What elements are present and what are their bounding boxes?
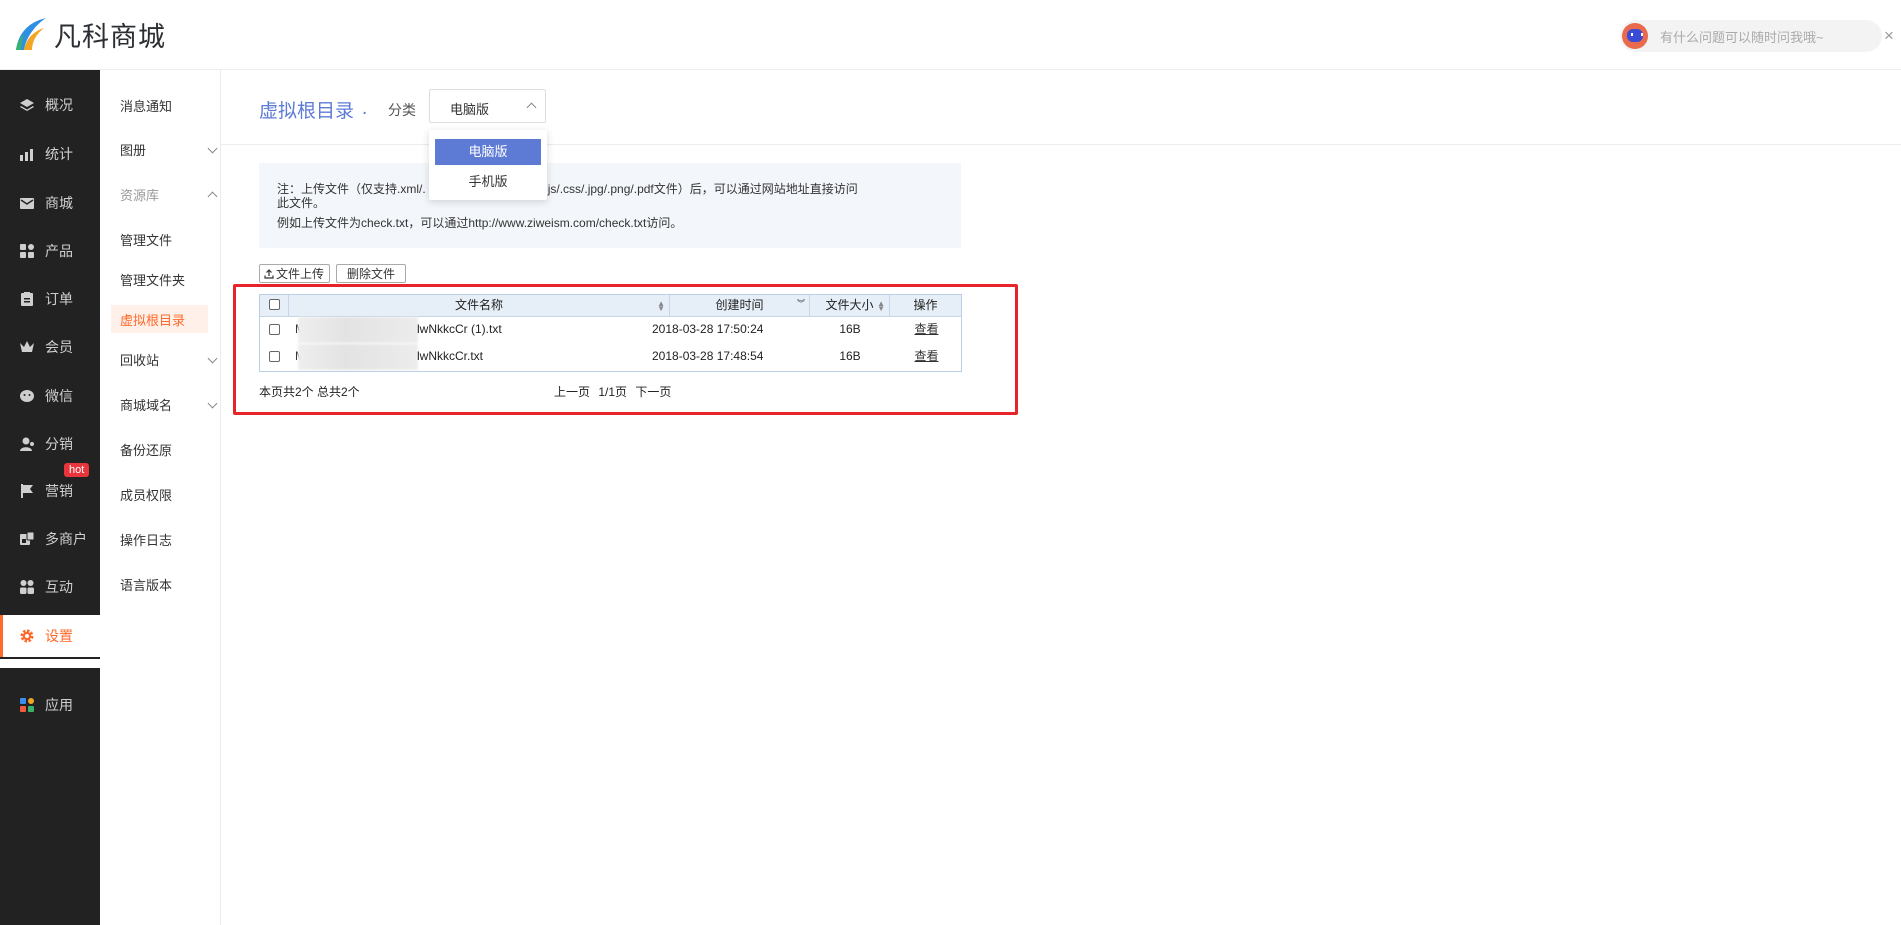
nav-item-members[interactable]: 会员 <box>0 326 100 368</box>
chevron-down-icon <box>207 143 218 154</box>
nav-label: 订单 <box>45 291 73 307</box>
subnav-label: 资源库 <box>120 187 160 203</box>
chevron-up-icon <box>526 102 537 113</box>
nav-item-apps[interactable]: 应用 <box>0 684 100 726</box>
nav-divider <box>0 659 100 668</box>
wechat-icon <box>20 390 34 402</box>
assistant-robot-icon <box>1622 23 1648 49</box>
chevron-down-icon <box>207 398 218 409</box>
subnav-item-mall-domain[interactable]: 商城域名 <box>120 390 218 418</box>
subnav-item-permissions[interactable]: 成员权限 <box>120 480 210 508</box>
subnav-item-virtual-root[interactable]: 虚拟根目录 <box>111 305 208 333</box>
subnav-label: 管理文件夹 <box>120 272 186 288</box>
main-sidebar: 概况 统计 商城 产品 订单 会员 微信 分销 营销 多商户 互动 设置 应用 <box>0 70 100 925</box>
page-title: 虚拟根目录 <box>259 101 355 122</box>
nav-label: 会员 <box>45 339 73 355</box>
brand-logo[interactable]: 凡科商城 <box>12 16 166 52</box>
subnav-item-resources[interactable]: 资源库 <box>120 180 218 208</box>
note-line-2: 此文件。 <box>277 196 326 210</box>
subnav-label: 消息通知 <box>120 98 173 114</box>
delete-label: 删除文件 <box>346 267 395 281</box>
nav-label: 统计 <box>45 146 73 162</box>
subnav-item-language[interactable]: 语言版本 <box>120 570 210 598</box>
layers-icon <box>20 99 34 111</box>
nav-label: 产品 <box>45 243 73 259</box>
subnav-label: 语言版本 <box>120 577 173 593</box>
nav-label: 商城 <box>45 195 73 211</box>
nav-label: 概况 <box>45 97 73 113</box>
chevron-up-icon <box>207 191 218 202</box>
brand-logo-icon <box>16 18 46 50</box>
subnav-item-messages[interactable]: 消息通知 <box>120 91 210 119</box>
note-line-3: 例如上传文件为check.txt，可以通过http://www.ziweism.… <box>277 216 683 230</box>
delete-file-button[interactable]: 删除文件 <box>336 264 406 283</box>
upload-icon <box>264 268 274 279</box>
nav-label: 多商户 <box>45 531 87 547</box>
user-share-icon <box>20 437 34 451</box>
subnav-item-manage-files[interactable]: 管理文件 <box>120 225 210 253</box>
note-text: 注：上传文件（仅支持.xml/. <box>277 182 426 196</box>
nav-item-wechat[interactable]: 微信 <box>0 375 100 417</box>
upload-file-button[interactable]: 文件上传 <box>259 264 330 283</box>
nav-label: 营销 <box>45 483 73 499</box>
clipboard-icon <box>21 292 33 306</box>
nav-item-orders[interactable]: 订单 <box>0 278 100 320</box>
nav-label: 互动 <box>45 579 73 595</box>
hot-badge: hot <box>64 463 90 477</box>
nav-item-mall[interactable]: 商城 <box>0 182 100 224</box>
subnav-label: 回收站 <box>120 352 160 368</box>
close-icon[interactable]: × <box>1884 26 1894 46</box>
category-label: 分类 <box>388 102 416 118</box>
gear-icon <box>20 629 34 643</box>
highlight-box <box>233 284 1018 415</box>
chart-icon <box>20 149 33 161</box>
category-dropdown: 电脑版 手机版 <box>429 130 547 200</box>
title-suffix: . <box>362 98 368 119</box>
crown-icon <box>20 341 34 352</box>
nav-item-distribution[interactable]: 分销 <box>0 423 100 465</box>
category-option-mobile[interactable]: 手机版 <box>435 169 541 195</box>
chevron-down-icon <box>207 353 218 364</box>
settings-subnav: 消息通知 图册 资源库 管理文件 管理文件夹 虚拟根目录 回收站 商城域名 备份… <box>100 70 221 925</box>
nav-label: 微信 <box>45 388 73 404</box>
mail-icon <box>20 198 34 209</box>
flag-icon <box>21 484 33 498</box>
subnav-label: 操作日志 <box>120 532 173 548</box>
category-select-value: 电脑版 <box>450 102 490 117</box>
nav-label: 设置 <box>45 628 73 644</box>
apps-icon <box>20 698 34 712</box>
grid-icon <box>20 244 34 258</box>
nav-item-multi-merchant[interactable]: 多商户 <box>0 518 100 560</box>
category-option-pc[interactable]: 电脑版 <box>435 139 541 165</box>
upload-note: 注：上传文件（仅支持.xml/./.cert/.bin/.js/.css/.jp… <box>259 163 961 248</box>
subnav-label: 商城域名 <box>120 397 173 413</box>
nav-item-stats[interactable]: 统计 <box>0 133 100 175</box>
subnav-label: 备份还原 <box>120 442 173 458</box>
upload-label: 文件上传 <box>276 267 325 281</box>
subnav-label: 管理文件 <box>120 232 173 248</box>
subnav-item-backup[interactable]: 备份还原 <box>120 435 210 463</box>
subnav-item-manage-folders[interactable]: 管理文件夹 <box>120 265 210 293</box>
subnav-item-album[interactable]: 图册 <box>120 135 218 163</box>
nav-label: 分销 <box>45 436 73 452</box>
subnav-label: 虚拟根目录 <box>120 312 186 328</box>
subnav-item-recycle-bin[interactable]: 回收站 <box>120 345 218 373</box>
brand-name: 凡科商城 <box>54 21 166 52</box>
assistant-placeholder: 有什么问题可以随时问我哦~ <box>1660 29 1824 45</box>
nav-item-settings[interactable]: 设置 <box>0 615 100 657</box>
subnav-label: 图册 <box>120 142 147 158</box>
nav-item-overview[interactable]: 概况 <box>0 84 100 126</box>
subnav-item-operation-log[interactable]: 操作日志 <box>120 525 210 553</box>
note-line-1: 注：上传文件（仅支持.xml/./.cert/.bin/.js/.css/.jp… <box>277 182 858 196</box>
top-bar: 凡科商城 有什么问题可以随时问我哦~ × <box>0 0 1901 70</box>
nav-item-interaction[interactable]: 互动 <box>0 566 100 608</box>
multi-shop-icon <box>20 531 35 545</box>
assistant-search-bar[interactable]: 有什么问题可以随时问我哦~ <box>1620 20 1882 52</box>
nav-item-products[interactable]: 产品 <box>0 230 100 272</box>
category-select[interactable]: 电脑版 <box>429 89 546 123</box>
nav-label: 应用 <box>45 697 73 713</box>
subnav-label: 成员权限 <box>120 487 173 503</box>
people-icon <box>20 580 34 594</box>
